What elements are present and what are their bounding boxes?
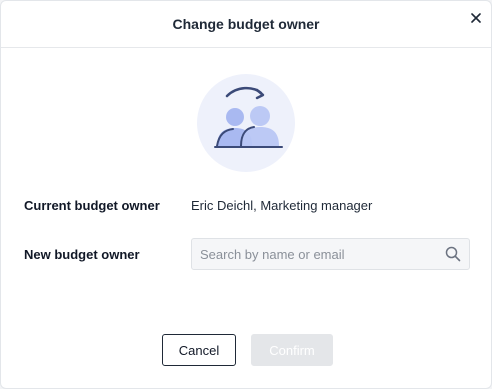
close-icon: [471, 13, 481, 23]
close-button[interactable]: [467, 9, 485, 27]
current-owner-value: Eric Deichl, Marketing manager: [191, 198, 373, 213]
new-owner-label: New budget owner: [24, 247, 140, 262]
swap-people-icon: [197, 74, 295, 172]
dialog-title: Change budget owner: [172, 16, 320, 32]
cancel-button[interactable]: Cancel: [162, 334, 236, 366]
new-owner-search: [191, 238, 470, 270]
confirm-button[interactable]: Confirm: [251, 334, 333, 366]
new-owner-search-input[interactable]: [192, 239, 432, 269]
dialog-header: Change budget owner: [1, 1, 491, 48]
current-owner-label: Current budget owner: [24, 198, 160, 213]
search-icon[interactable]: [445, 246, 461, 262]
change-budget-owner-dialog: Change budget owner Current budget owner…: [0, 0, 492, 389]
